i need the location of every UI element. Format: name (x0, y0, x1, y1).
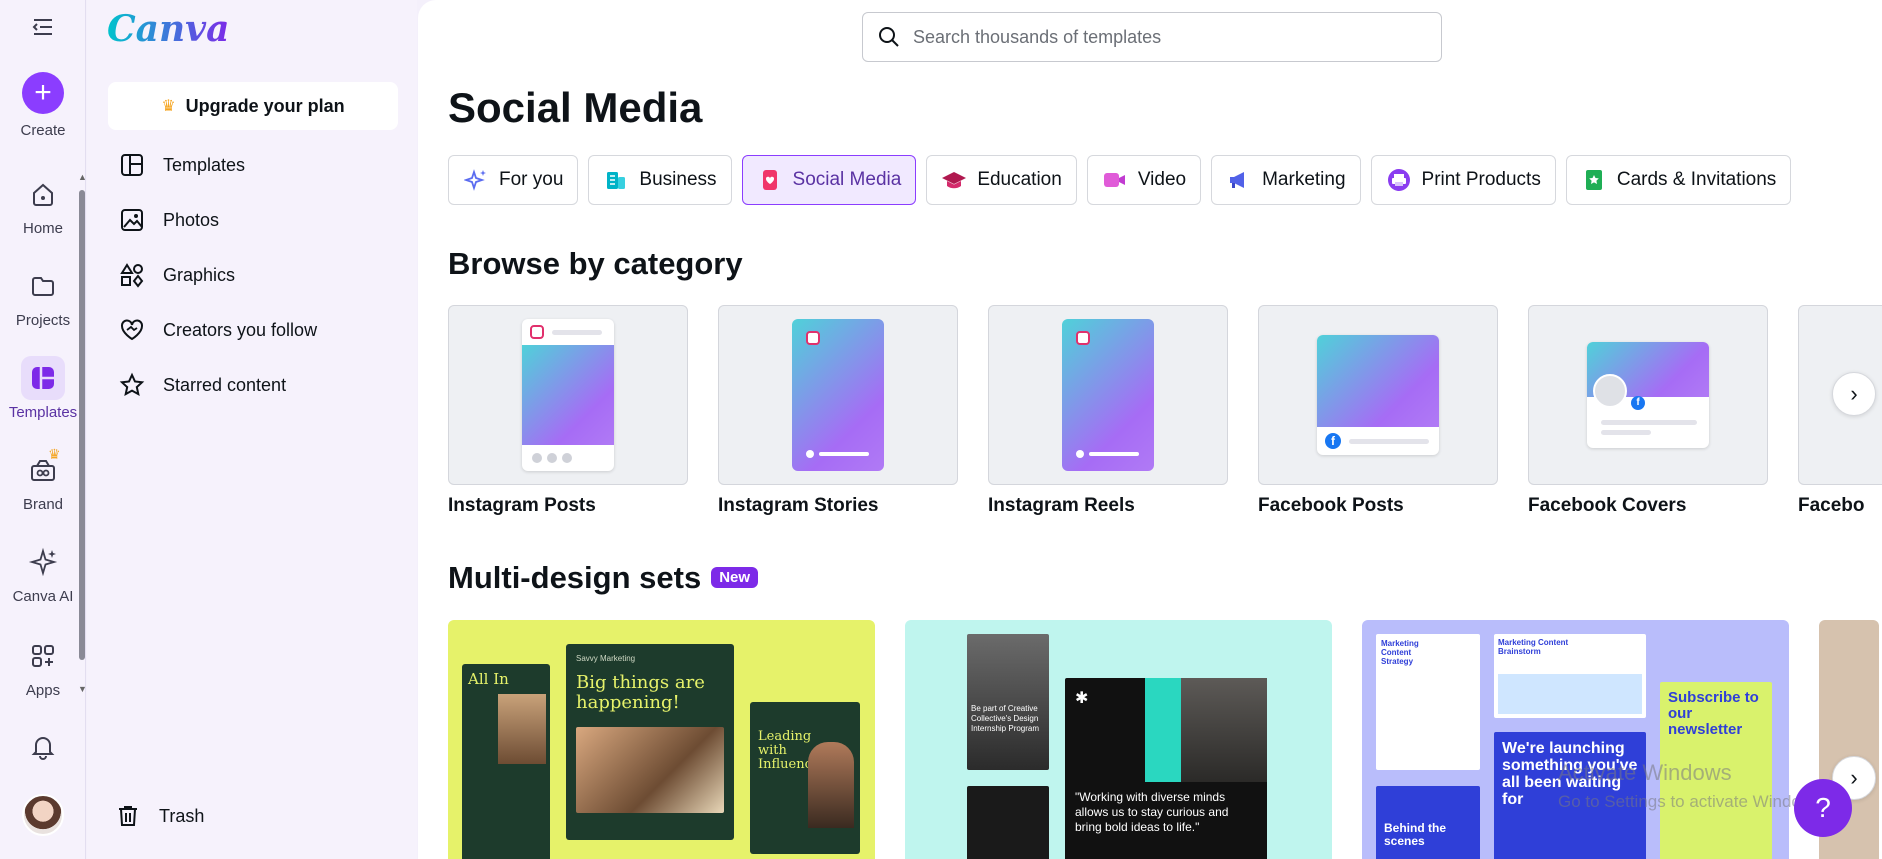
left-rail: + Create Home Projects Templates Brand ♛… (0, 0, 87, 859)
rail-item-apps[interactable]: Apps (0, 634, 86, 699)
category-card-instagram-reels[interactable]: Instagram Reels (988, 305, 1228, 517)
multi-design-sets-carousel: All In Savvy Marketing Big things are ha… (448, 620, 1879, 859)
activate-windows-subtext: Go to Settings to activate Windows. (1558, 792, 1827, 811)
home-icon (21, 172, 65, 216)
sidebar-scrollbar[interactable]: ▲ ▼ (78, 172, 87, 698)
tab-social-media[interactable]: Social Media (741, 155, 917, 205)
category-thumbnail (988, 305, 1228, 485)
rail-item-templates[interactable]: Templates (0, 356, 86, 421)
heart-handshake-icon (121, 319, 143, 341)
avatar[interactable] (22, 794, 64, 836)
rail-item-canva-ai[interactable]: Canva AI (0, 540, 86, 605)
help-button[interactable]: ? (1794, 779, 1852, 837)
scrollbar-thumb[interactable] (79, 190, 85, 660)
facebook-icon: f (1325, 433, 1341, 449)
tab-marketing[interactable]: Marketing (1211, 155, 1361, 205)
category-card-facebook-posts[interactable]: f Facebook Posts (1258, 305, 1498, 517)
template-search-bar[interactable] (862, 12, 1442, 62)
folder-icon (21, 264, 65, 308)
plus-icon: + (22, 72, 64, 114)
instagram-icon (530, 325, 544, 339)
rail-item-projects[interactable]: Projects (0, 264, 86, 329)
sidebar-item-creators-you-follow[interactable]: Creators you follow (119, 317, 317, 343)
tab-business[interactable]: Business (588, 155, 732, 205)
chevron-right-icon: › (1850, 765, 1858, 790)
sparkle-icon (21, 540, 65, 584)
tab-education[interactable]: Education (926, 155, 1077, 205)
category-card-instagram-posts[interactable]: Instagram Posts (448, 305, 688, 517)
search-icon (879, 27, 899, 47)
design-set-card[interactable]: Marketing Content Strategy Marketing Con… (1362, 620, 1789, 859)
collapse-menu-icon[interactable] (30, 14, 56, 40)
category-thumbnail (718, 305, 958, 485)
shapes-icon (120, 263, 144, 288)
instagram-icon (806, 331, 820, 345)
rail-item-home[interactable]: Home (0, 172, 86, 237)
category-thumbnail: f (1528, 305, 1768, 485)
crown-icon: ♛ (48, 446, 61, 462)
sidebar-item-starred-content[interactable]: Starred content (119, 372, 286, 398)
chevron-right-icon: › (1850, 381, 1858, 406)
crown-icon: ♛ (161, 98, 176, 115)
upgrade-plan-button[interactable]: ♛ Upgrade your plan (108, 82, 398, 130)
tab-video[interactable]: Video (1086, 155, 1202, 205)
secondary-sidebar: Canva ♛ Upgrade your plan Templates Phot… (87, 0, 417, 859)
category-card-facebook-covers[interactable]: f Facebook Covers (1528, 305, 1768, 517)
scroll-up-arrow-icon[interactable]: ▲ (78, 172, 87, 182)
design-set-card[interactable]: All In Savvy Marketing Big things are ha… (448, 620, 875, 859)
create-button[interactable]: + Create (0, 72, 86, 139)
category-thumbnail (448, 305, 688, 485)
star-icon (119, 372, 145, 397)
scroll-down-arrow-icon[interactable]: ▼ (78, 684, 87, 694)
category-thumbnail: f (1258, 305, 1498, 485)
main-content: Social Media For you Business Social Med… (418, 0, 1882, 859)
design-set-card[interactable]: Be part of Creative Collective's Design … (905, 620, 1332, 859)
category-tabs: For you Business Social Media Education … (448, 155, 1792, 205)
facebook-icon: f (1631, 396, 1645, 410)
browse-category-carousel: Instagram Posts Instagram Stories Instag… (448, 305, 1882, 517)
printer-icon (1386, 167, 1412, 193)
instagram-icon (1076, 331, 1090, 345)
heart-phone-icon (757, 167, 783, 193)
category-card-instagram-stories[interactable]: Instagram Stories (718, 305, 958, 517)
tab-print-products[interactable]: Print Products (1370, 155, 1556, 205)
new-badge: New (711, 567, 759, 588)
browse-heading: Browse by category (448, 246, 743, 281)
tab-cards-invitations[interactable]: Cards & Invitations (1565, 155, 1792, 205)
search-input[interactable] (913, 26, 1413, 48)
photo-icon (121, 209, 143, 231)
canva-logo[interactable]: Canva (107, 8, 229, 50)
sparkle-icon (463, 167, 489, 193)
carousel-next-button[interactable]: › (1832, 372, 1876, 416)
megaphone-icon (1226, 167, 1252, 193)
template-layout-icon (121, 154, 143, 176)
tab-for-you[interactable]: For you (448, 155, 579, 205)
sidebar-item-graphics[interactable]: Graphics (119, 262, 235, 288)
templates-icon (21, 356, 65, 400)
apps-icon (21, 634, 65, 678)
sidebar-item-trash[interactable]: Trash (115, 803, 204, 829)
activate-windows-watermark: Activate Windows (1558, 760, 1732, 785)
graduation-cap-icon (941, 167, 967, 193)
rail-item-brand[interactable]: Brand (0, 448, 86, 513)
multi-design-sets-heading: Multi-design sets New (448, 560, 759, 596)
sidebar-item-photos[interactable]: Photos (119, 207, 219, 233)
sidebar-item-templates[interactable]: Templates (119, 152, 245, 178)
card-star-icon (1581, 167, 1607, 193)
page-title: Social Media (448, 84, 703, 131)
video-camera-icon (1102, 167, 1128, 193)
trash-icon (119, 806, 137, 826)
building-icon (603, 167, 629, 193)
notifications-bell-icon[interactable] (28, 732, 58, 767)
